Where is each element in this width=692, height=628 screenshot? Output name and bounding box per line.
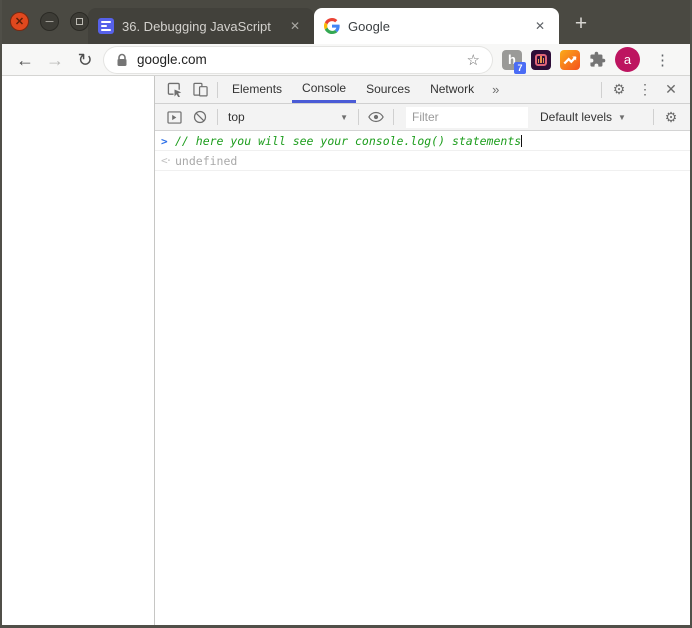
window-controls: ✕ ─ [10,12,89,31]
chevron-down-icon: ▼ [340,112,348,122]
google-favicon-icon [324,18,340,34]
browser-window: ✕ ─ 36. Debugging JavaScript ✕ Google ✕ [0,0,692,628]
divider [653,109,654,125]
titlebar: ✕ ─ 36. Debugging JavaScript ✕ Google ✕ [2,0,690,44]
divider [601,81,602,98]
extensions-puzzle-icon[interactable] [589,51,606,68]
trend-arrow-glyph [563,55,577,64]
profile-avatar[interactable]: a [615,47,640,72]
url-text[interactable]: google.com [137,52,467,67]
live-expression-eye-icon[interactable] [363,105,389,129]
purple-bars-extension-icon[interactable] [531,49,551,70]
tab-debugging-javascript[interactable]: 36. Debugging JavaScript ✕ [88,8,314,44]
devtools-close-icon[interactable]: ✕ [658,81,684,98]
console-toolbar: top ▼ Default levels ▼ [155,104,690,131]
devtools-tabbar-right: ⚙ ⋮ ✕ [597,81,684,98]
devtools-tab-network[interactable]: Network [420,76,484,103]
devtools-panel: Elements Console Sources Network » ⚙ ⋮ ✕ [154,76,690,625]
console-input-row[interactable]: > // here you will see your console.log(… [155,131,690,151]
maximize-window-button[interactable] [70,12,89,31]
back-button[interactable]: ← [10,51,40,69]
divider [393,109,394,125]
console-input-text[interactable]: // here you will see your console.log() … [175,134,521,148]
extensions-area: h 7 a ⋮ [502,47,676,74]
browser-menu-button[interactable]: ⋮ [649,51,676,69]
tab-google[interactable]: Google ✕ [314,8,559,44]
devtools-tab-elements[interactable]: Elements [222,76,292,103]
devtools-tab-console[interactable]: Console [292,76,357,103]
devtools-settings-icon[interactable]: ⚙ [606,81,632,98]
maximize-icon [76,18,83,25]
h-extension-badge: 7 [514,61,526,74]
divider [217,81,218,98]
tab-close-icon[interactable]: ✕ [286,19,304,33]
content-area: Elements Console Sources Network » ⚙ ⋮ ✕ [2,76,690,625]
inspect-element-icon[interactable] [161,78,187,102]
console-result-row: <· undefined [155,151,690,171]
tab-title: Google [348,18,390,34]
console-toolbar-right: ⚙ [649,109,684,126]
text-cursor [521,135,523,147]
console-messages-area[interactable]: > // here you will see your console.log(… [155,131,690,625]
h-extension-icon[interactable]: h 7 [502,49,526,74]
navigation-toolbar: ← → ↻ google.com ☆ h 7 a ⋮ [2,44,690,76]
console-sidebar-toggle-icon[interactable] [161,105,187,129]
chevron-down-icon: ▼ [618,112,626,122]
result-arrow-icon: <· [161,154,172,167]
tab-title: 36. Debugging JavaScript [122,18,271,34]
minimize-window-button[interactable]: ─ [40,12,59,31]
tab-close-icon[interactable]: ✕ [531,19,549,33]
log-levels-dropdown[interactable]: Default levels ▼ [536,110,630,124]
console-settings-icon[interactable]: ⚙ [658,109,684,126]
javascript-context-dropdown[interactable]: top ▼ [222,110,354,124]
console-filter-input[interactable] [406,106,528,128]
page-viewport[interactable] [2,76,154,625]
document-favicon-icon [98,18,114,34]
devtools-tab-sources[interactable]: Sources [356,76,420,103]
console-prompt-icon: > [161,135,168,148]
divider [217,109,218,125]
reload-button[interactable]: ↻ [70,51,100,69]
more-tabs-chevron[interactable]: » [484,82,507,97]
bookmark-star-icon[interactable]: ☆ [467,51,480,69]
levels-label: Default levels [540,110,613,124]
divider [358,109,359,125]
device-toolbar-icon[interactable] [187,78,213,102]
address-bar[interactable]: google.com ☆ [104,46,492,73]
devtools-menu-icon[interactable]: ⋮ [632,81,658,98]
result-value: undefined [175,154,238,168]
purple-bars-glyph [535,53,547,66]
lock-icon [117,53,127,66]
forward-button[interactable]: → [40,51,70,69]
devtools-tabbar: Elements Console Sources Network » ⚙ ⋮ ✕ [155,76,690,104]
clear-console-icon[interactable] [187,105,213,129]
close-window-button[interactable]: ✕ [10,12,29,31]
context-label: top [228,110,245,124]
orange-trend-extension-icon[interactable] [560,49,580,70]
tab-strip: 36. Debugging JavaScript ✕ Google ✕ + [88,0,690,44]
new-tab-button[interactable]: + [567,10,595,38]
